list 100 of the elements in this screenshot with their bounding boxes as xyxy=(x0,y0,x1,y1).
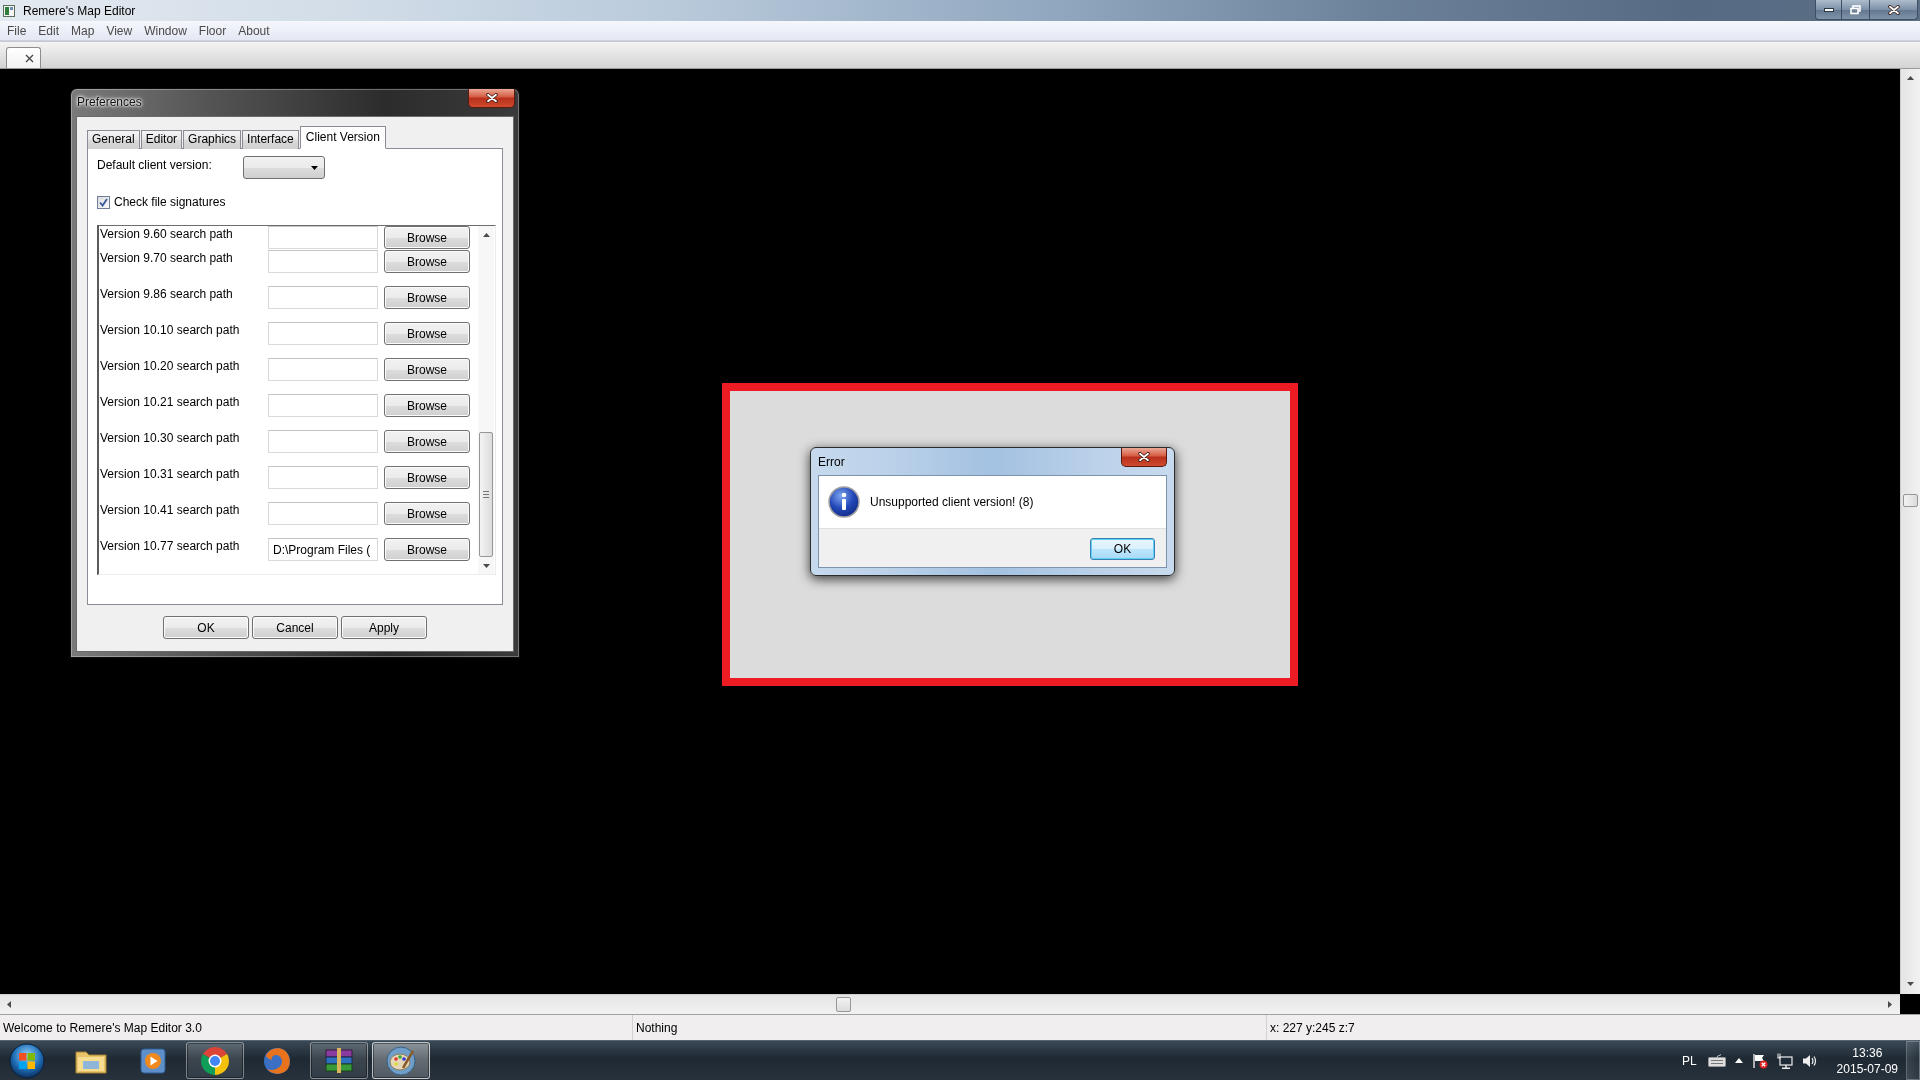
dialog-button[interactable]: Apply xyxy=(341,616,427,639)
search-path-label: Version 9.60 search path xyxy=(99,226,234,241)
minimize-icon xyxy=(1823,7,1834,12)
vertical-scrollbar[interactable] xyxy=(478,226,494,574)
clock-time[interactable]: 13:36 xyxy=(1852,1044,1883,1061)
horizontal-scrollbar[interactable] xyxy=(0,994,1900,1014)
search-path-label: Version 10.10 search path xyxy=(99,322,241,337)
play-icon xyxy=(140,1047,166,1074)
tab[interactable]: Interface xyxy=(242,130,299,149)
menu-item[interactable]: Edit xyxy=(32,21,66,40)
menu-item[interactable]: About xyxy=(232,21,276,40)
up-arrow-icon xyxy=(482,232,490,237)
editor-tab[interactable] xyxy=(6,47,41,68)
status-text: Welcome to Remere's Map Editor 3.0 xyxy=(3,1020,202,1035)
globe-icon xyxy=(262,1045,292,1076)
close-icon xyxy=(485,93,498,103)
path-input-field[interactable] xyxy=(268,322,378,345)
taskbar-button[interactable] xyxy=(310,1042,368,1079)
browse-button[interactable]: Browse xyxy=(384,394,470,417)
menu-item[interactable]: View xyxy=(100,21,139,40)
error-message: Unsupported client version! (8) xyxy=(870,495,1034,509)
language-indicator[interactable]: PL xyxy=(1681,1053,1697,1068)
checkmark-icon xyxy=(99,197,108,207)
tricolor-circle-icon xyxy=(200,1045,230,1076)
browse-button[interactable]: Browse xyxy=(384,358,470,381)
minimize-button[interactable] xyxy=(1815,0,1842,20)
stacked-books-icon xyxy=(323,1047,355,1074)
path-input-field[interactable] xyxy=(268,250,378,273)
path-input-field[interactable] xyxy=(268,358,378,381)
tab[interactable]: Editor xyxy=(140,130,183,149)
up-arrow-icon xyxy=(1907,76,1914,80)
client-version-dropdown[interactable] xyxy=(243,156,325,179)
clock-date[interactable]: 2015-07-09 xyxy=(1836,1060,1898,1077)
down-arrow-icon xyxy=(1907,982,1914,986)
menu-item[interactable]: Map xyxy=(65,21,101,40)
path-input-field[interactable] xyxy=(268,394,378,417)
scrollbar-thumb[interactable] xyxy=(836,997,851,1012)
browse-button[interactable]: Browse xyxy=(384,286,470,309)
tab[interactable]: Client Version xyxy=(299,126,386,149)
checkbox-label: Check file signatures xyxy=(114,195,226,209)
search-path-label: Version 10.30 search path xyxy=(99,430,241,445)
menu-item[interactable]: Window xyxy=(138,21,193,40)
close-icon xyxy=(1887,4,1900,15)
close-icon xyxy=(1138,452,1150,462)
monitor-icon[interactable] xyxy=(1776,1052,1793,1069)
browse-button[interactable]: Browse xyxy=(384,502,470,525)
browse-button[interactable]: Browse xyxy=(384,322,470,345)
checkbox[interactable] xyxy=(97,195,110,209)
tab[interactable]: General xyxy=(87,130,140,149)
dialog-title: Preferences xyxy=(77,95,142,109)
right-arrow-icon xyxy=(1888,1001,1892,1008)
dialog-button[interactable]: OK xyxy=(163,616,249,639)
close-button[interactable] xyxy=(1870,0,1918,20)
status-text: x: 227 y:245 z:7 xyxy=(1270,1020,1355,1035)
path-input-field[interactable] xyxy=(268,430,378,453)
keyboard-icon[interactable] xyxy=(1707,1054,1726,1067)
taskbar-button[interactable] xyxy=(372,1042,430,1079)
vertical-scrollbar[interactable] xyxy=(1900,69,1920,994)
path-input-field[interactable] xyxy=(268,226,378,249)
browse-button[interactable]: Browse xyxy=(384,250,470,273)
close-button[interactable] xyxy=(468,89,515,108)
search-path-label: Version 10.21 search path xyxy=(99,394,241,409)
down-arrow-icon xyxy=(482,563,490,568)
search-path-label: Version 9.70 search path xyxy=(99,250,234,265)
path-input-field[interactable] xyxy=(268,466,378,489)
browse-button[interactable]: Browse xyxy=(384,226,470,249)
browse-button[interactable]: Browse xyxy=(384,430,470,453)
show-desktop-button[interactable] xyxy=(1906,1041,1920,1080)
dialog-button[interactable]: OK xyxy=(1090,538,1155,560)
search-path-label: Version 10.77 search path xyxy=(99,538,241,553)
dialog-button[interactable]: Cancel xyxy=(252,616,338,639)
dialog-title: Error xyxy=(818,455,845,469)
path-input-field[interactable]: D:\Program Files ( xyxy=(268,538,378,561)
info-icon xyxy=(828,486,860,518)
speaker-icon[interactable] xyxy=(1801,1052,1818,1069)
close-button[interactable] xyxy=(1121,448,1167,467)
search-path-label: Version 10.31 search path xyxy=(99,466,241,481)
taskbar-button[interactable] xyxy=(186,1042,244,1079)
close-icon xyxy=(25,53,34,63)
menu-item[interactable]: Floor xyxy=(192,21,233,40)
orb-icon xyxy=(9,1042,45,1079)
restore-icon xyxy=(1850,4,1861,15)
search-path-label: Version 10.41 search path xyxy=(99,502,241,517)
flag-icon[interactable] xyxy=(1751,1052,1768,1069)
up-arrow-icon[interactable] xyxy=(1734,1058,1743,1063)
browse-button[interactable]: Browse xyxy=(384,538,470,561)
caret-icon xyxy=(311,165,318,170)
scrollbar-thumb[interactable] xyxy=(479,432,493,557)
menu-item[interactable]: File xyxy=(1,21,33,40)
palette-icon xyxy=(386,1045,416,1076)
restore-button[interactable] xyxy=(1842,0,1870,20)
search-path-label: Version 10.20 search path xyxy=(99,358,241,373)
left-arrow-icon xyxy=(7,1001,11,1008)
browse-button[interactable]: Browse xyxy=(384,466,470,489)
window-title: Remere's Map Editor xyxy=(23,3,136,18)
status-text: Nothing xyxy=(636,1020,678,1035)
scrollbar-thumb[interactable] xyxy=(1903,494,1918,507)
path-input-field[interactable] xyxy=(268,286,378,309)
path-input-field[interactable] xyxy=(268,502,378,525)
tab[interactable]: Graphics xyxy=(183,130,242,149)
